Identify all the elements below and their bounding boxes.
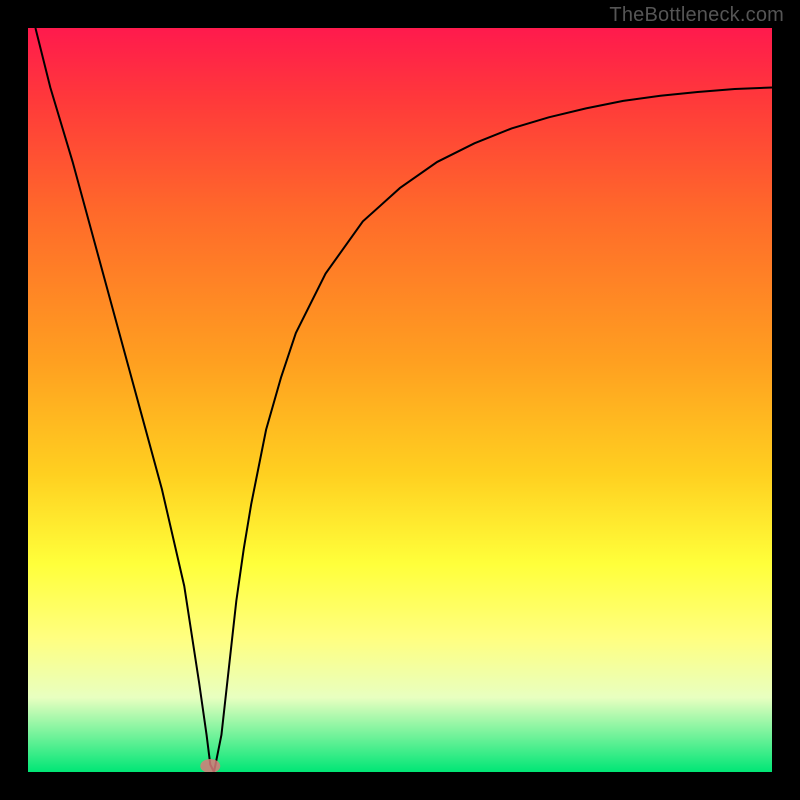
bottleneck-curve — [35, 28, 772, 772]
minimum-marker — [200, 759, 220, 772]
attribution-text: TheBottleneck.com — [609, 4, 784, 27]
plot-area — [28, 28, 772, 772]
chart-frame: TheBottleneck.com — [0, 0, 800, 800]
curve-svg — [28, 28, 772, 772]
